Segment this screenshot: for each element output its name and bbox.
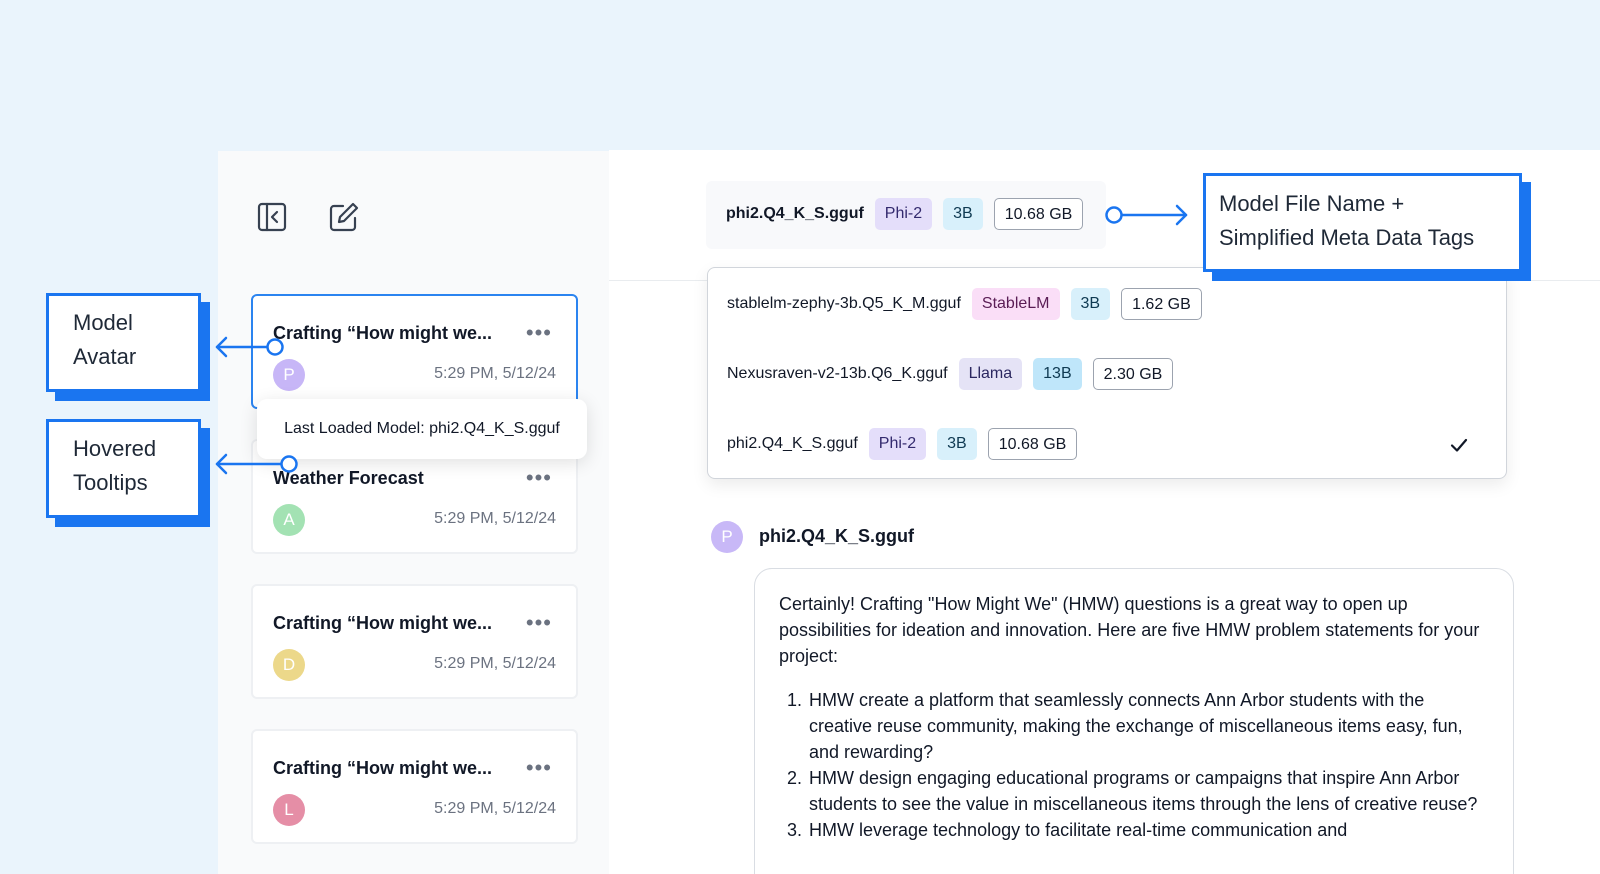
callout-line: Hovered xyxy=(73,436,157,461)
model-option-name: stablelm-zephy-3b.Q5_K_M.gguf xyxy=(727,295,961,312)
avatar: D xyxy=(273,649,305,681)
thread-title: Crafting “How might we... xyxy=(273,613,492,633)
message-list: HMW create a platform that seamlessly co… xyxy=(779,687,1489,843)
thread-item[interactable]: Crafting “How might we... ••• P 5:29 PM,… xyxy=(251,294,578,409)
message-intro: Certainly! Crafting "How Might We" (HMW)… xyxy=(779,594,1480,666)
thread-timestamp: 5:29 PM, 5/12/24 xyxy=(434,510,556,527)
avatar: P xyxy=(273,359,305,391)
model-family-tag: Phi-2 xyxy=(868,428,927,460)
model-size-tag: 1.62 GB xyxy=(1121,288,1202,320)
message-bubble: Certainly! Crafting "How Might We" (HMW)… xyxy=(754,568,1514,874)
callout-hovered-tooltips: Hovered Tooltips xyxy=(46,419,201,518)
model-option-name: phi2.Q4_K_S.gguf xyxy=(727,435,858,452)
model-family-tag: Phi-2 xyxy=(874,198,933,230)
more-options-icon[interactable]: ••• xyxy=(526,612,552,634)
model-size-tag: 10.68 GB xyxy=(987,428,1078,460)
compose-icon[interactable] xyxy=(328,201,360,233)
thread-item[interactable]: Crafting “How might we... ••• D 5:29 PM,… xyxy=(251,584,578,699)
last-loaded-model-tooltip: Last Loaded Model: phi2.Q4_K_S.gguf xyxy=(257,399,587,459)
panel-collapse-icon[interactable] xyxy=(256,201,288,233)
model-option[interactable]: Nexusraven-v2-13b.Q6_K.gguf Llama 13B 2.… xyxy=(727,356,1487,392)
model-file-name: phi2.Q4_K_S.gguf xyxy=(726,205,864,222)
check-icon xyxy=(1450,438,1468,452)
avatar: L xyxy=(273,794,305,826)
thread-item[interactable]: Crafting “How might we... ••• L 5:29 PM,… xyxy=(251,729,578,844)
model-size-tag: 10.68 GB xyxy=(993,198,1084,230)
thread-timestamp: 5:29 PM, 5/12/24 xyxy=(434,800,556,817)
model-params-tag: 3B xyxy=(937,428,977,460)
message-list-item: HMW design engaging educational programs… xyxy=(807,765,1489,817)
thread-title: Weather Forecast xyxy=(273,468,424,488)
more-options-icon[interactable]: ••• xyxy=(526,757,552,779)
model-selector[interactable]: phi2.Q4_K_S.gguf Phi-2 3B 10.68 GB xyxy=(706,181,1106,249)
more-options-icon[interactable]: ••• xyxy=(526,467,552,489)
callout-line: Model xyxy=(73,310,133,335)
model-option[interactable]: stablelm-zephy-3b.Q5_K_M.gguf StableLM 3… xyxy=(727,286,1487,322)
message-sender: phi2.Q4_K_S.gguf xyxy=(759,526,915,546)
callout-line: Avatar xyxy=(73,344,137,369)
callout-line: Model File Name + xyxy=(1219,191,1405,216)
thread-title: Crafting “How might we... xyxy=(273,323,492,343)
callout-model-avatar: Model Avatar xyxy=(46,293,201,392)
model-option-selected[interactable]: phi2.Q4_K_S.gguf Phi-2 3B 10.68 GB xyxy=(727,426,1487,462)
model-family-tag: StableLM xyxy=(971,288,1060,320)
model-params-tag: 13B xyxy=(1033,358,1082,390)
callout-line: Simplified Meta Data Tags xyxy=(1219,225,1475,250)
thread-title: Crafting “How might we... xyxy=(273,758,492,778)
callout-meta-tags: Model File Name + Simplified Meta Data T… xyxy=(1203,173,1522,272)
message-avatar: P xyxy=(711,521,743,553)
thread-timestamp: 5:29 PM, 5/12/24 xyxy=(434,655,556,672)
thread-timestamp: 5:29 PM, 5/12/24 xyxy=(434,365,556,382)
model-option-name: Nexusraven-v2-13b.Q6_K.gguf xyxy=(727,365,948,382)
model-params-tag: 3B xyxy=(943,198,983,230)
model-size-tag: 2.30 GB xyxy=(1092,358,1174,390)
avatar: A xyxy=(273,504,305,536)
more-options-icon[interactable]: ••• xyxy=(526,322,552,344)
message-list-item: HMW create a platform that seamlessly co… xyxy=(807,687,1489,765)
message-list-item: HMW leverage technology to facilitate re… xyxy=(807,817,1489,843)
sidebar: Crafting “How might we... ••• P 5:29 PM,… xyxy=(218,151,609,874)
model-params-tag: 3B xyxy=(1070,288,1111,320)
model-family-tag: Llama xyxy=(958,358,1023,390)
callout-line: Tooltips xyxy=(73,470,148,495)
model-dropdown: stablelm-zephy-3b.Q5_K_M.gguf StableLM 3… xyxy=(707,267,1507,479)
